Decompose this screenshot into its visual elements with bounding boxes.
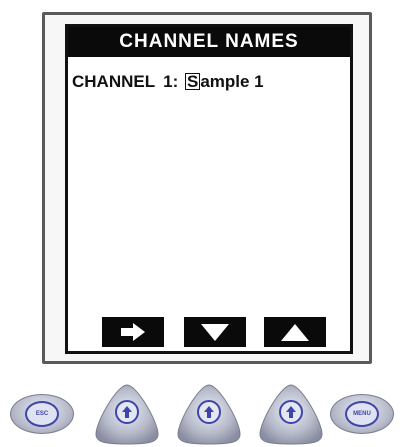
softkey-1-button[interactable]: [92, 382, 162, 446]
text-cursor[interactable]: S: [184, 73, 201, 90]
channel-name-row[interactable]: CHANNEL 1: Sample 1: [72, 72, 264, 92]
channel-number: 1:: [163, 72, 179, 91]
softkey-bar: [68, 313, 350, 351]
arrow-up-icon: [281, 324, 309, 341]
up-arrow-icon: [197, 400, 221, 424]
softkey-down[interactable]: [184, 317, 246, 347]
menu-oval-icon: MENU: [345, 401, 379, 427]
softkey-3-button[interactable]: [256, 382, 326, 446]
channel-name-value: ample 1: [200, 72, 264, 91]
channel-label: CHANNEL: [72, 72, 156, 91]
lcd-screen: CHANNEL NAMES CHANNEL 1: Sample 1: [65, 24, 353, 354]
esc-oval-icon: ESC: [25, 401, 59, 427]
menu-button[interactable]: MENU: [330, 394, 394, 434]
hardware-button-row: ESC MENU: [0, 380, 404, 447]
softkey-up[interactable]: [264, 317, 326, 347]
screen-title: CHANNEL NAMES: [68, 27, 350, 57]
softkey-2-button[interactable]: [174, 382, 244, 446]
device-frame: CHANNEL NAMES CHANNEL 1: Sample 1: [42, 12, 372, 364]
arrow-down-icon: [201, 324, 229, 341]
esc-button[interactable]: ESC: [10, 394, 74, 434]
up-arrow-icon: [115, 400, 139, 424]
up-arrow-icon: [279, 400, 303, 424]
arrow-right-icon: [121, 323, 145, 341]
softkey-next[interactable]: [102, 317, 164, 347]
